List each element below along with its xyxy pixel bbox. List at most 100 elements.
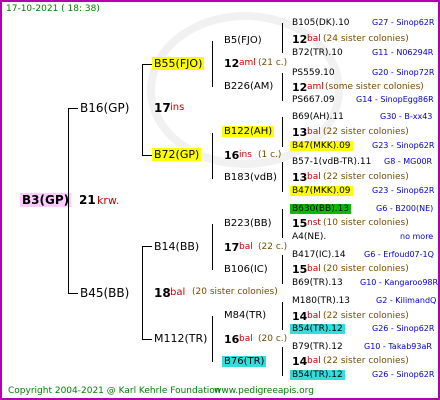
gen4-queen[interactable]: B47(MKK).09 xyxy=(290,186,353,196)
gen4-queen[interactable]: B69(TR).13 xyxy=(292,278,343,288)
gen4-queen[interactable]: B47(MKK).09 xyxy=(290,141,353,151)
connector xyxy=(282,302,283,330)
gen3-queen[interactable]: B122(AH) xyxy=(222,126,275,137)
gen4-sisters: (10 sister colonies) xyxy=(323,218,409,228)
gp-sisters: (21 c.) xyxy=(258,58,288,68)
gen4-code: G11 - N06294R xyxy=(372,48,434,57)
gen3-queen[interactable]: B76(TR) xyxy=(222,356,267,367)
gen4-code: G10 - Takab93aR xyxy=(364,342,432,351)
grandparent-queen[interactable]: B72(GP) xyxy=(152,148,202,161)
root-queen[interactable]: B3(GP) xyxy=(20,193,72,207)
gen4-code: G23 - Sinop62R xyxy=(372,141,435,150)
connector xyxy=(212,133,213,179)
gen4-queen[interactable]: B72(TR).10 xyxy=(292,48,343,58)
date-header: 17-10-2021 ( 18: 38) xyxy=(6,4,100,14)
pedigree-frame: 17-10-2021 ( 18: 38) B3(GP) 21 krw. B16(… xyxy=(0,0,440,400)
gp-number: 12 xyxy=(224,57,240,70)
gp-tag: bal xyxy=(239,334,253,344)
gp-tag: ins xyxy=(239,150,252,160)
gen4-tag: bal xyxy=(307,311,321,321)
gen4-sisters: (20 sister colonies) xyxy=(323,264,409,274)
gen4-number: 13 xyxy=(292,171,308,184)
gen4-code: G6 - Erfoud07-1Q xyxy=(364,250,434,259)
connector xyxy=(282,162,283,192)
gen4-tag: bal xyxy=(307,34,321,44)
gp-sisters: (20 c.) xyxy=(258,334,288,344)
gen4-queen[interactable]: B54(TR).12 xyxy=(290,370,345,380)
gen4-code: G26 - Sinop62R xyxy=(372,324,435,333)
gen4-tag: nst xyxy=(307,218,321,228)
gen4-tag: bal xyxy=(307,356,321,366)
connector xyxy=(68,293,78,294)
gen4-number: 14 xyxy=(292,355,308,368)
gen3-queen[interactable]: M84(TR) xyxy=(224,310,266,321)
gen3-queen[interactable]: B5(FJO) xyxy=(224,35,262,46)
connector xyxy=(282,209,283,238)
connector xyxy=(282,23,283,53)
gen4-queen[interactable]: B417(IC).14 xyxy=(292,250,346,260)
gp-sisters: (1 c.) xyxy=(258,150,282,160)
gen4-sisters: (22 sister colonies) xyxy=(323,127,409,137)
gp-sisters: (22 c.) xyxy=(258,242,288,252)
gen3-queen[interactable]: B226(AM) xyxy=(224,81,273,92)
gen4-code: G10 - Kangaroo98R xyxy=(360,278,439,287)
gen4-number: 14 xyxy=(292,310,308,323)
gen4-queen[interactable]: B57-1(vdB-TR).11 xyxy=(292,157,371,167)
gen4-tag: bal xyxy=(307,172,321,182)
gp-tag: bal xyxy=(239,242,253,252)
gen4-code: G6 - B200(NE) xyxy=(376,204,434,213)
gen4-queen[interactable]: B69(AH).11 xyxy=(292,112,344,122)
grandparent-queen[interactable]: M112(TR) xyxy=(154,332,207,345)
gen4-code: G27 - Sinop62R xyxy=(372,18,435,27)
connector xyxy=(142,246,152,247)
gen4-tag: aml xyxy=(307,82,324,92)
gen4-queen[interactable]: B79(TR).12 xyxy=(292,342,343,352)
parent-number: 17 xyxy=(154,101,171,115)
gp-number: 17 xyxy=(224,241,240,254)
gen4-code: no more xyxy=(400,232,434,241)
gen4-number: 13 xyxy=(292,126,308,139)
root-number: 21 xyxy=(79,193,96,207)
connector xyxy=(282,347,283,376)
gen3-queen[interactable]: B183(vdB) xyxy=(224,172,277,183)
connector xyxy=(68,108,69,294)
connector xyxy=(212,224,213,270)
connector xyxy=(212,316,213,362)
connector xyxy=(142,64,143,155)
gen4-number: 12 xyxy=(292,81,308,94)
gen4-queen[interactable]: PS559.10 xyxy=(292,68,335,78)
gp-tag: aml xyxy=(239,58,256,68)
gen4-code: G2 - KilimandQ xyxy=(376,296,437,305)
gen3-queen[interactable]: B223(BB) xyxy=(224,218,271,229)
gen3-queen[interactable]: B106(IC) xyxy=(224,264,268,275)
gen4-queen[interactable]: B105(DK).10 xyxy=(292,18,350,28)
connector xyxy=(212,41,213,87)
gen4-queen[interactable]: M180(TR).13 xyxy=(292,296,350,306)
parent-tag: ins xyxy=(170,102,185,113)
connector xyxy=(68,108,78,109)
grandparent-queen[interactable]: B14(BB) xyxy=(154,240,199,253)
gen4-queen[interactable]: A4(NE). xyxy=(292,232,326,242)
gen4-queen[interactable]: PS667.09 xyxy=(292,95,335,105)
gen4-sisters: (22 sister colonies) xyxy=(323,172,409,182)
root-tag: krw. xyxy=(97,194,120,207)
connector xyxy=(142,155,152,156)
gen4-queen[interactable]: B630(BB).13 xyxy=(290,204,352,214)
connector xyxy=(282,73,283,101)
grandparent-queen[interactable]: B55(FJO) xyxy=(152,57,205,70)
parent-queen[interactable]: B45(BB) xyxy=(80,286,129,300)
copyright-text: Copyright 2004-2021 @ Karl Kehrle Founda… xyxy=(8,386,221,396)
gen4-code: G30 - B-xx43 xyxy=(380,112,433,121)
gen4-tag: bal xyxy=(307,264,321,274)
parent-queen[interactable]: B16(GP) xyxy=(80,101,129,115)
gen4-queen[interactable]: B54(TR).12 xyxy=(290,324,345,334)
gp-number: 16 xyxy=(224,149,240,162)
site-link[interactable]: www.pedigreeapis.org xyxy=(214,386,314,396)
connector xyxy=(142,64,152,65)
connector xyxy=(282,255,283,284)
gen4-sisters: (22 sister colonies) xyxy=(323,311,409,321)
gen4-number: 12 xyxy=(292,33,308,46)
parent-number: 18 xyxy=(154,286,171,300)
gen4-code: G20 - Sinop72R xyxy=(372,68,435,77)
gen4-tag: bal xyxy=(307,127,321,137)
